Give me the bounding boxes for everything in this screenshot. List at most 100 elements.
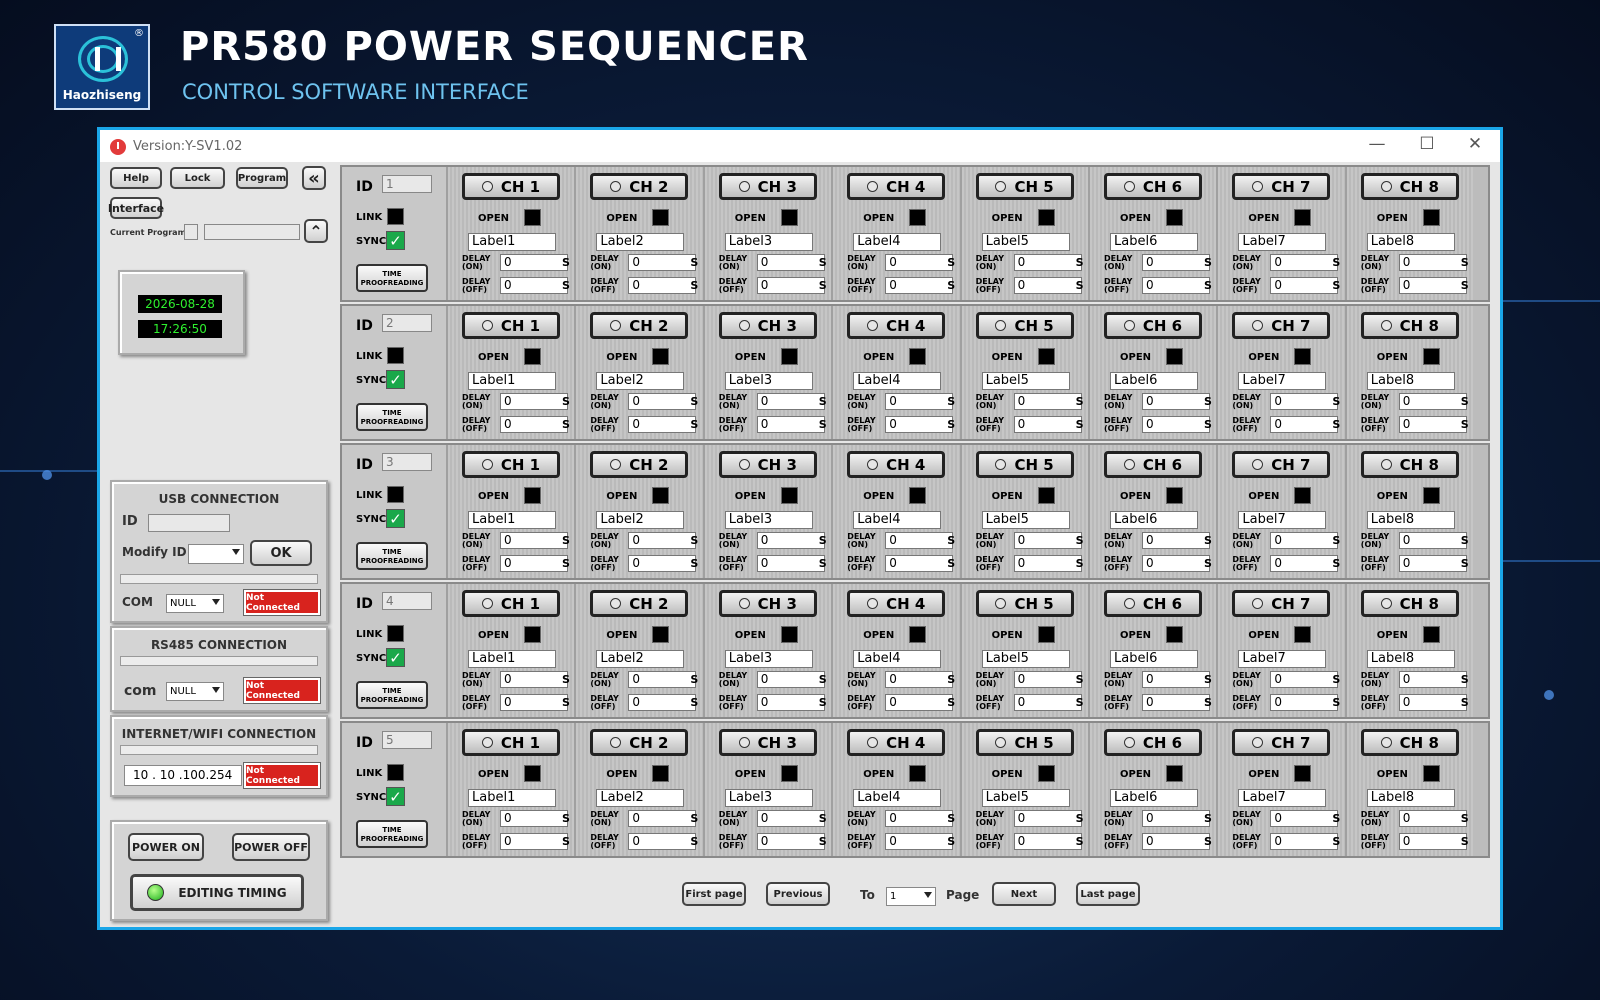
channel-label-field[interactable]: Label2 [596,789,685,807]
delay-on-field[interactable]: 0 [1270,393,1339,410]
delay-on-field[interactable]: 0 [1270,532,1339,549]
delay-on-field[interactable]: 0 [885,393,954,410]
synch-check-icon[interactable]: ✓ [386,787,405,806]
delay-off-field[interactable]: 0 [1142,555,1210,572]
channel-button[interactable]: CH 6 [1104,312,1202,339]
open-checkbox[interactable] [1294,209,1312,226]
open-checkbox[interactable] [524,626,541,643]
channel-button[interactable]: CH 8 [1360,312,1459,339]
open-checkbox[interactable] [1037,626,1055,643]
delay-off-field[interactable]: 0 [1013,277,1082,294]
usb-com-select[interactable]: NULL [166,594,224,613]
channel-label-field[interactable]: Label3 [724,372,813,390]
delay-on-field[interactable]: 0 [1142,810,1210,827]
delay-off-field[interactable]: 0 [1142,694,1210,711]
channel-button[interactable]: CH 2 [590,729,689,756]
channel-label-field[interactable]: Label6 [1110,233,1198,251]
delay-on-field[interactable]: 0 [500,810,568,827]
help-button[interactable]: Help [110,167,162,189]
current-program-checkbox[interactable] [184,224,198,240]
delay-off-field[interactable]: 0 [756,277,825,294]
delay-on-field[interactable]: 0 [756,532,825,549]
page-select[interactable]: 1 [886,887,936,906]
open-checkbox[interactable] [1294,487,1312,504]
channel-label-field[interactable]: Label5 [981,789,1070,807]
delay-off-field[interactable]: 0 [628,833,697,850]
time-proofreading-button[interactable]: TIME PROOFREADING [356,681,428,709]
channel-label-field[interactable]: Label7 [1238,372,1327,390]
channel-label-field[interactable]: Label8 [1366,233,1455,251]
synch-check-icon[interactable]: ✓ [386,370,405,389]
open-checkbox[interactable] [909,765,927,782]
delay-off-field[interactable]: 0 [885,277,954,294]
device-id-field[interactable]: 1 [382,175,432,193]
delay-off-field[interactable]: 0 [1013,416,1082,433]
channel-button[interactable]: CH 7 [1232,451,1331,478]
channel-button[interactable]: CH 3 [718,590,817,617]
channel-button[interactable]: CH 6 [1104,590,1202,617]
delay-off-field[interactable]: 0 [1013,555,1082,572]
open-checkbox[interactable] [1422,348,1440,365]
modify-id-select[interactable] [188,544,244,564]
delay-off-field[interactable]: 0 [1013,694,1082,711]
channel-button[interactable]: CH 8 [1360,729,1459,756]
device-id-field[interactable]: 5 [382,731,432,749]
delay-off-field[interactable]: 0 [1142,277,1210,294]
open-checkbox[interactable] [1294,765,1312,782]
interface-button[interactable]: Interface [108,197,164,219]
delay-off-field[interactable]: 0 [1398,277,1467,294]
delay-off-field[interactable]: 0 [1270,833,1339,850]
synch-check-icon[interactable]: ✓ [386,648,405,667]
channel-label-field[interactable]: Label4 [853,372,942,390]
open-checkbox[interactable] [1422,209,1440,226]
synch-check-icon[interactable]: ✓ [386,509,405,528]
open-checkbox[interactable] [780,348,798,365]
channel-button[interactable]: CH 6 [1104,451,1202,478]
channel-button[interactable]: CH 8 [1360,590,1459,617]
channel-label-field[interactable]: Label2 [596,650,685,668]
delay-off-field[interactable]: 0 [885,694,954,711]
channel-button[interactable]: CH 3 [718,729,817,756]
channel-label-field[interactable]: Label1 [468,789,556,807]
open-checkbox[interactable] [909,348,927,365]
channel-button[interactable]: CH 4 [847,590,946,617]
open-checkbox[interactable] [909,487,927,504]
channel-label-field[interactable]: Label7 [1238,233,1327,251]
channel-label-field[interactable]: Label5 [981,372,1070,390]
delay-off-field[interactable]: 0 [1398,555,1467,572]
open-checkbox[interactable] [1422,487,1440,504]
delay-off-field[interactable]: 0 [500,416,568,433]
channel-button[interactable]: CH 7 [1232,312,1331,339]
channel-label-field[interactable]: Label4 [853,511,942,529]
channel-button[interactable]: CH 3 [718,173,817,200]
channel-button[interactable]: CH 2 [590,590,689,617]
delay-on-field[interactable]: 0 [500,393,568,410]
channel-label-field[interactable]: Label8 [1366,372,1455,390]
channel-button[interactable]: CH 4 [847,173,946,200]
open-checkbox[interactable] [1166,348,1183,365]
delay-on-field[interactable]: 0 [628,393,697,410]
channel-button[interactable]: CH 4 [847,451,946,478]
delay-off-field[interactable]: 0 [1142,833,1210,850]
minimize-button[interactable]: — [1362,134,1392,154]
delay-off-field[interactable]: 0 [1270,416,1339,433]
open-checkbox[interactable] [1294,626,1312,643]
open-checkbox[interactable] [1166,626,1183,643]
previous-button[interactable]: Previous [766,882,830,906]
channel-button[interactable]: CH 5 [975,729,1074,756]
channel-button[interactable]: CH 1 [462,451,560,478]
delay-off-field[interactable]: 0 [500,833,568,850]
channel-label-field[interactable]: Label1 [468,650,556,668]
channel-label-field[interactable]: Label2 [596,511,685,529]
delay-on-field[interactable]: 0 [756,393,825,410]
channel-label-field[interactable]: Label4 [853,650,942,668]
delay-off-field[interactable]: 0 [628,416,697,433]
delay-off-field[interactable]: 0 [885,555,954,572]
channel-label-field[interactable]: Label7 [1238,650,1327,668]
open-checkbox[interactable] [652,487,670,504]
device-id-field[interactable]: 3 [382,453,432,471]
delay-on-field[interactable]: 0 [1142,254,1210,271]
delay-on-field[interactable]: 0 [628,254,697,271]
delay-on-field[interactable]: 0 [885,671,954,688]
channel-label-field[interactable]: Label8 [1366,789,1455,807]
